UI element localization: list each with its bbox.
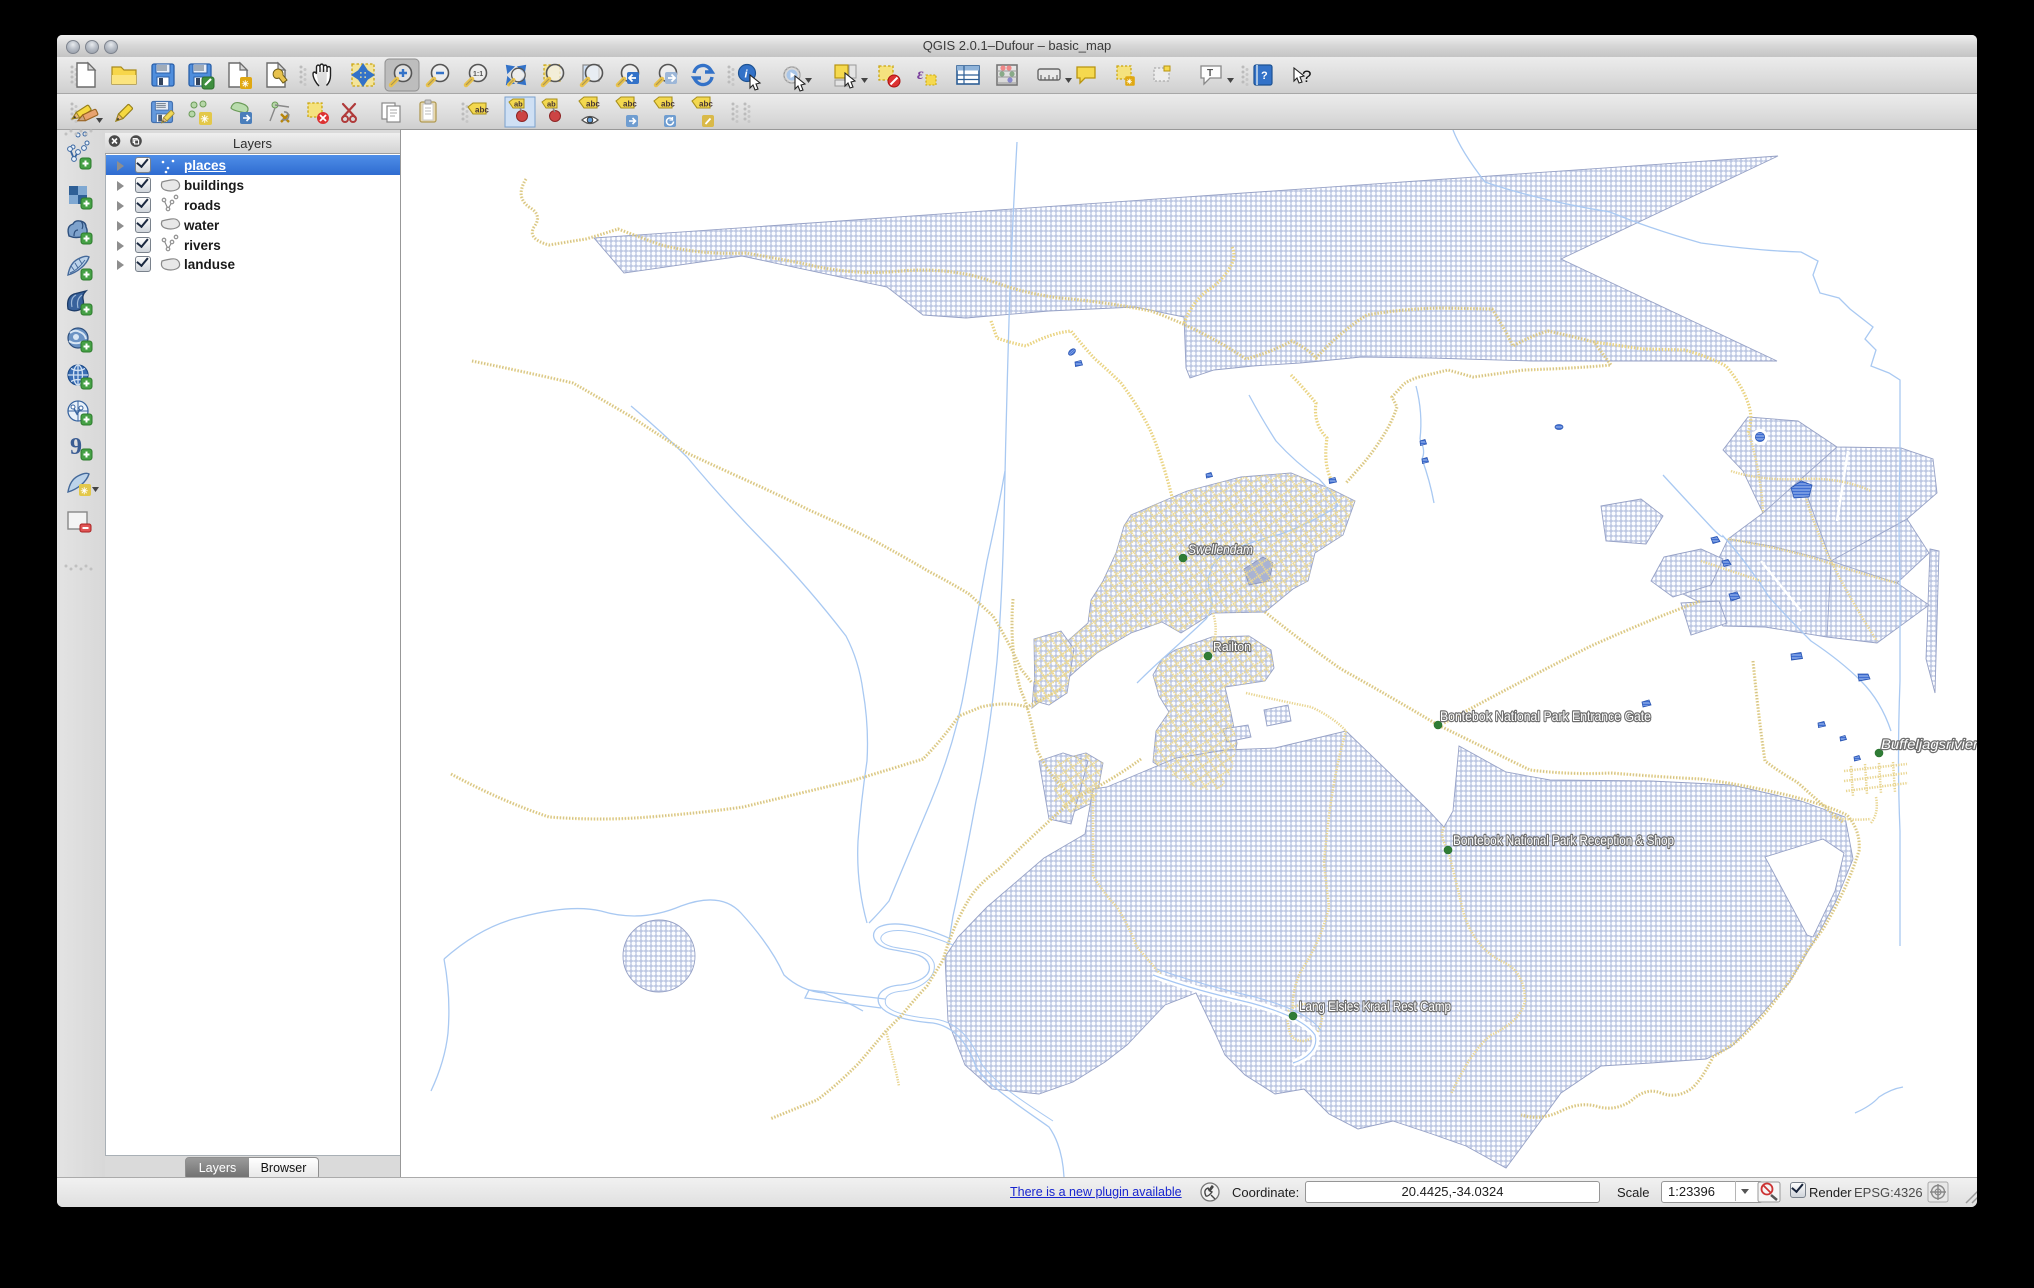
svg-text:Railton: Railton — [1213, 640, 1251, 654]
svg-text:Bontebok National Park Recepti: Bontebok National Park Reception & Shop — [1453, 832, 1674, 848]
svg-text:Bontebok National Park Entranc: Bontebok National Park Entrance Gate — [1440, 708, 1651, 724]
svg-text:Lang Elsies Kraal Rest Camp: Lang Elsies Kraal Rest Camp — [1299, 998, 1451, 1014]
svg-text:Swellendam: Swellendam — [1188, 542, 1253, 557]
svg-text:Buffeljagsrivier: Buffeljagsrivier — [1881, 737, 1977, 752]
